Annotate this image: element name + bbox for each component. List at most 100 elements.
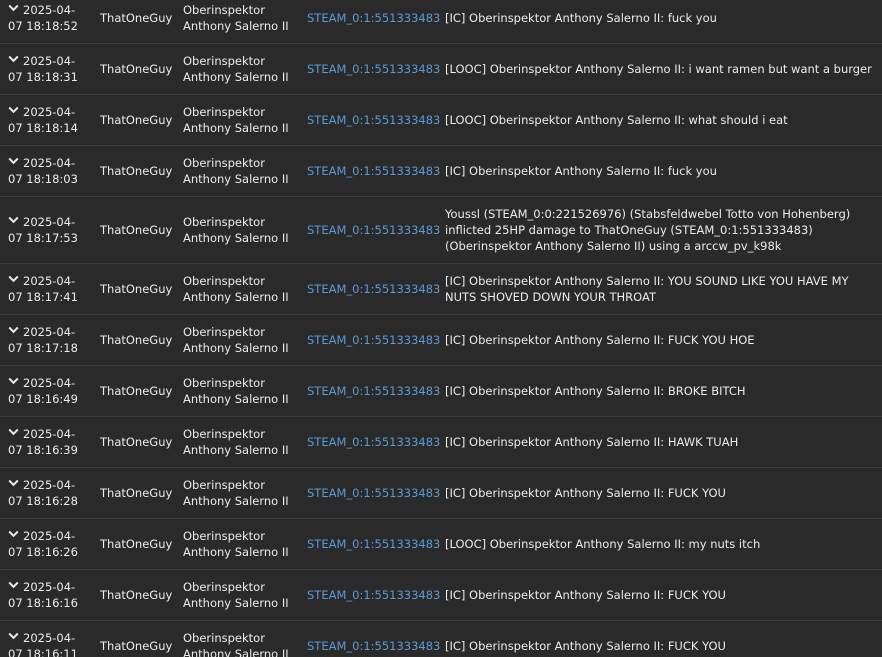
username-cell: ThatOneGuy bbox=[100, 416, 176, 467]
steam-id-link[interactable]: STEAM_0:1:551333483 bbox=[307, 281, 440, 297]
steam-id-cell[interactable]: STEAM_0:1:551333483 bbox=[307, 145, 440, 196]
character-name: Anthony Salerno II bbox=[183, 18, 289, 33]
message-text: [IC] Oberinspektor Anthony Salerno II: F… bbox=[445, 485, 726, 500]
steam-id-cell[interactable]: STEAM_0:1:551333483 bbox=[307, 43, 440, 94]
username: ThatOneGuy bbox=[100, 587, 173, 602]
character-rank: Oberinspektor bbox=[183, 273, 265, 288]
timestamp-cell: 2025-04- 07 18:18:52 bbox=[8, 0, 90, 43]
log-row[interactable]: 2025-04- 07 18:16:11 ThatOneGuy Oberinsp… bbox=[0, 620, 882, 657]
character-name: Anthony Salerno II bbox=[183, 595, 289, 610]
username: ThatOneGuy bbox=[100, 383, 173, 398]
chevron-down-icon[interactable] bbox=[8, 530, 19, 538]
message-text: [LOOC] Oberinspektor Anthony Salerno II:… bbox=[445, 112, 788, 127]
character-rank: Oberinspektor bbox=[183, 53, 265, 68]
timestamp-date: 2025-04- bbox=[23, 375, 76, 390]
steam-id-link[interactable]: STEAM_0:1:551333483 bbox=[307, 434, 440, 450]
steam-id-cell[interactable]: STEAM_0:1:551333483 bbox=[307, 196, 440, 263]
message-text: Youssl (STEAM_0:0:221526976) (Stabsfeldw… bbox=[445, 206, 851, 253]
steam-id-cell[interactable]: STEAM_0:1:551333483 bbox=[307, 94, 440, 145]
steam-id-link[interactable]: STEAM_0:1:551333483 bbox=[307, 112, 440, 128]
chevron-down-icon[interactable] bbox=[8, 157, 19, 165]
message-text: [IC] Oberinspektor Anthony Salerno II: F… bbox=[445, 332, 755, 347]
character-rank: Oberinspektor bbox=[183, 579, 265, 594]
chevron-down-icon[interactable] bbox=[8, 4, 19, 12]
chevron-down-icon[interactable] bbox=[8, 479, 19, 487]
log-row[interactable]: 2025-04- 07 18:18:14 ThatOneGuy Oberinsp… bbox=[0, 94, 882, 146]
steam-id-link[interactable]: STEAM_0:1:551333483 bbox=[307, 587, 440, 603]
username-cell: ThatOneGuy bbox=[100, 145, 176, 196]
timestamp-cell: 2025-04- 07 18:16:39 bbox=[8, 416, 90, 467]
timestamp-cell: 2025-04- 07 18:17:18 bbox=[8, 314, 90, 365]
character-name: Anthony Salerno II bbox=[183, 544, 289, 559]
steam-id-link[interactable]: STEAM_0:1:551333483 bbox=[307, 163, 440, 179]
steam-id-cell[interactable]: STEAM_0:1:551333483 bbox=[307, 365, 440, 416]
message-cell: [IC] Oberinspektor Anthony Salerno II: Y… bbox=[445, 263, 875, 314]
timestamp-date: 2025-04- bbox=[23, 528, 76, 543]
chevron-down-icon[interactable] bbox=[8, 428, 19, 436]
steam-id-cell[interactable]: STEAM_0:1:551333483 bbox=[307, 314, 440, 365]
steam-id-cell[interactable]: STEAM_0:1:551333483 bbox=[307, 467, 440, 518]
log-row[interactable]: 2025-04- 07 18:17:41 ThatOneGuy Oberinsp… bbox=[0, 263, 882, 315]
timestamp-cell: 2025-04- 07 18:18:03 bbox=[8, 145, 90, 196]
username: ThatOneGuy bbox=[100, 112, 173, 127]
character-name: Anthony Salerno II bbox=[183, 230, 289, 245]
steam-id-link[interactable]: STEAM_0:1:551333483 bbox=[307, 222, 440, 238]
steam-id-link[interactable]: STEAM_0:1:551333483 bbox=[307, 61, 440, 77]
character-cell: Oberinspektor Anthony Salerno II bbox=[183, 43, 301, 94]
steam-id-link[interactable]: STEAM_0:1:551333483 bbox=[307, 383, 440, 399]
chevron-down-icon[interactable] bbox=[8, 216, 19, 224]
character-cell: Oberinspektor Anthony Salerno II bbox=[183, 365, 301, 416]
timestamp-cell: 2025-04- 07 18:16:26 bbox=[8, 518, 90, 569]
log-row[interactable]: 2025-04- 07 18:17:53 ThatOneGuy Oberinsp… bbox=[0, 196, 882, 264]
steam-id-cell[interactable]: STEAM_0:1:551333483 bbox=[307, 620, 440, 657]
steam-id-link[interactable]: STEAM_0:1:551333483 bbox=[307, 536, 440, 552]
timestamp-time: 07 18:16:28 bbox=[8, 493, 78, 508]
chevron-down-icon[interactable] bbox=[8, 581, 19, 589]
steam-id-link[interactable]: STEAM_0:1:551333483 bbox=[307, 485, 440, 501]
message-cell: Youssl (STEAM_0:0:221526976) (Stabsfeldw… bbox=[445, 196, 875, 263]
username: ThatOneGuy bbox=[100, 163, 173, 178]
timestamp-date: 2025-04- bbox=[23, 426, 76, 441]
message-text: [IC] Oberinspektor Anthony Salerno II: F… bbox=[445, 587, 726, 602]
steam-id-link[interactable]: STEAM_0:1:551333483 bbox=[307, 332, 440, 348]
message-text: [IC] Oberinspektor Anthony Salerno II: f… bbox=[445, 163, 717, 178]
username-cell: ThatOneGuy bbox=[100, 43, 176, 94]
log-row[interactable]: 2025-04- 07 18:16:16 ThatOneGuy Oberinsp… bbox=[0, 569, 882, 621]
character-name: Anthony Salerno II bbox=[183, 340, 289, 355]
timestamp-time: 07 18:17:18 bbox=[8, 340, 78, 355]
character-cell: Oberinspektor Anthony Salerno II bbox=[183, 569, 301, 620]
message-cell: [IC] Oberinspektor Anthony Salerno II: F… bbox=[445, 620, 875, 657]
character-rank: Oberinspektor bbox=[183, 375, 265, 390]
chevron-down-icon[interactable] bbox=[8, 377, 19, 385]
username: ThatOneGuy bbox=[100, 222, 173, 237]
character-cell: Oberinspektor Anthony Salerno II bbox=[183, 196, 301, 263]
steam-id-link[interactable]: STEAM_0:1:551333483 bbox=[307, 10, 440, 26]
log-row[interactable]: 2025-04- 07 18:18:52 ThatOneGuy Oberinsp… bbox=[0, 0, 882, 44]
log-row[interactable]: 2025-04- 07 18:16:49 ThatOneGuy Oberinsp… bbox=[0, 365, 882, 417]
chevron-down-icon[interactable] bbox=[8, 55, 19, 63]
steam-id-cell[interactable]: STEAM_0:1:551333483 bbox=[307, 569, 440, 620]
timestamp-date: 2025-04- bbox=[23, 104, 76, 119]
character-rank: Oberinspektor bbox=[183, 214, 265, 229]
log-row[interactable]: 2025-04- 07 18:16:26 ThatOneGuy Oberinsp… bbox=[0, 518, 882, 570]
timestamp-date: 2025-04- bbox=[23, 579, 76, 594]
log-row[interactable]: 2025-04- 07 18:17:18 ThatOneGuy Oberinsp… bbox=[0, 314, 882, 366]
steam-id-cell[interactable]: STEAM_0:1:551333483 bbox=[307, 263, 440, 314]
chevron-down-icon[interactable] bbox=[8, 326, 19, 334]
steam-id-cell[interactable]: STEAM_0:1:551333483 bbox=[307, 416, 440, 467]
username-cell: ThatOneGuy bbox=[100, 314, 176, 365]
steam-id-link[interactable]: STEAM_0:1:551333483 bbox=[307, 638, 440, 654]
log-row[interactable]: 2025-04- 07 18:18:03 ThatOneGuy Oberinsp… bbox=[0, 145, 882, 197]
username: ThatOneGuy bbox=[100, 61, 173, 76]
chevron-down-icon[interactable] bbox=[8, 106, 19, 114]
log-row[interactable]: 2025-04- 07 18:18:31 ThatOneGuy Oberinsp… bbox=[0, 43, 882, 95]
timestamp-time: 07 18:16:26 bbox=[8, 544, 78, 559]
log-row[interactable]: 2025-04- 07 18:16:28 ThatOneGuy Oberinsp… bbox=[0, 467, 882, 519]
steam-id-cell[interactable]: STEAM_0:1:551333483 bbox=[307, 518, 440, 569]
username-cell: ThatOneGuy bbox=[100, 518, 176, 569]
log-row[interactable]: 2025-04- 07 18:16:39 ThatOneGuy Oberinsp… bbox=[0, 416, 882, 468]
timestamp-time: 07 18:16:11 bbox=[8, 646, 78, 657]
steam-id-cell[interactable]: STEAM_0:1:551333483 bbox=[307, 0, 440, 43]
chevron-down-icon[interactable] bbox=[8, 632, 19, 640]
chevron-down-icon[interactable] bbox=[8, 275, 19, 283]
